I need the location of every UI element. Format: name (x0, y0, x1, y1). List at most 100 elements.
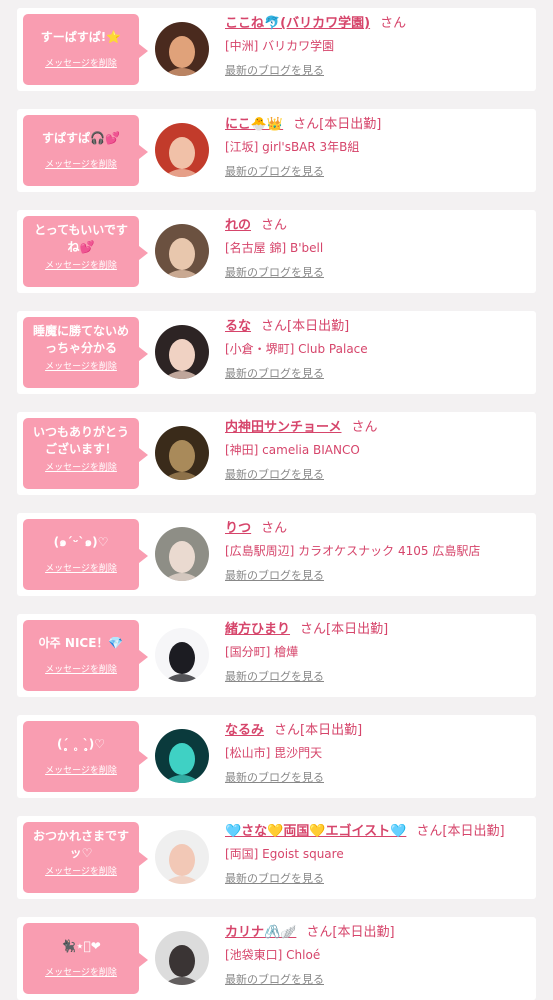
cast-info: 緒方ひまり さん[本日出勤] [国分町] 檜燁 最新のブログを見る (225, 620, 530, 685)
cast-info: なるみ さん[本日出勤] [松山市] 毘沙門天 最新のブログを見る (225, 721, 530, 786)
avatar[interactable] (155, 931, 209, 985)
cast-name-link[interactable]: なるみ (225, 723, 264, 738)
message-card: 아주 NICE！💎 メッセージを削除 緒方ひまり さん[本日出勤] [国分町] 檜… (17, 614, 536, 697)
attendance-status: [本日出勤] (442, 824, 505, 839)
latest-blog-link[interactable]: 最新のブログを見る (225, 467, 324, 483)
cast-info: ここね🐬(バリカワ学園) さん [中洲] バリカワ学園 最新のブログを見る (225, 14, 530, 79)
message-bubble: すぱすぱ🎧💕 メッセージを削除 (23, 115, 148, 186)
delete-message-link[interactable]: メッセージを削除 (23, 159, 139, 171)
shop-info: [小倉・堺町] Club Palace (225, 342, 368, 356)
shop-info: [両国] Egoist square (225, 847, 344, 861)
cast-name-link[interactable]: れの (225, 218, 251, 233)
shop-info: [中洲] バリカワ学園 (225, 39, 335, 53)
message-text: (๑ˊᵕˋ๑)♡ (53, 534, 109, 549)
cast-info: るな さん[本日出勤] [小倉・堺町] Club Palace 最新のブログを見る (225, 317, 530, 382)
message-text: いつもありがとうございます！ (32, 425, 129, 456)
cast-name-link[interactable]: 🩵さな💛両国💛エゴイスト🩵 (225, 824, 406, 839)
message-list: すーぱすぱ!⭐ メッセージを削除 ここね🐬(バリカワ学園) さん [中洲] バリカ… (0, 0, 553, 1000)
honorific: さん (261, 319, 288, 334)
cast-name-link[interactable]: 緒方ひまり (225, 622, 290, 637)
latest-blog-link[interactable]: 最新のブログを見る (225, 164, 324, 180)
shop-info: [松山市] 毘沙門天 (225, 746, 323, 760)
message-card: (๑ˊᵕˋ๑)♡ メッセージを削除 りつ さん [広島駅周辺] カラオケスナック … (17, 513, 536, 596)
message-text: 아주 NICE！💎 (38, 635, 124, 650)
cast-name-link[interactable]: りつ (225, 521, 251, 536)
delete-message-link[interactable]: メッセージを削除 (23, 664, 139, 676)
delete-message-link[interactable]: メッセージを削除 (23, 361, 139, 373)
message-card: (ˊ̥̥̥̥̥ ˳ ˋ̥̥̥̥̥)♡ メッセージを削除 なるみ さん[本日出勤] … (17, 715, 536, 798)
message-bubble: (๑ˊᵕˋ๑)♡ メッセージを削除 (23, 519, 148, 590)
message-card: とってもいいですね💕 メッセージを削除 れの さん [名古屋 錦] B'bell … (17, 210, 536, 293)
attendance-status: [本日出勤] (332, 925, 395, 940)
message-bubble: すーぱすぱ!⭐ メッセージを削除 (23, 14, 148, 85)
shop-info: [広島駅周辺] カラオケスナック 4105 広島駅店 (225, 544, 481, 558)
message-bubble: とってもいいですね💕 メッセージを削除 (23, 216, 148, 287)
honorific: さん (293, 117, 320, 132)
attendance-status: [本日出勤] (326, 622, 389, 637)
delete-message-link[interactable]: メッセージを削除 (23, 260, 139, 272)
message-bubble: 🐈‍⬛⋆͛❤︎ メッセージを削除 (23, 923, 148, 994)
honorific: さん (306, 925, 333, 940)
shop-info: [江坂] girl'sBAR 3年B組 (225, 140, 360, 154)
shop-info: [名古屋 錦] B'bell (225, 241, 324, 255)
message-text: とってもいいですね💕 (34, 223, 128, 254)
avatar[interactable] (155, 628, 209, 682)
message-bubble: いつもありがとうございます！ メッセージを削除 (23, 418, 148, 489)
avatar[interactable] (155, 830, 209, 884)
avatar[interactable] (155, 527, 209, 581)
attendance-status: [本日出勤] (319, 117, 382, 132)
delete-message-link[interactable]: メッセージを削除 (23, 563, 139, 575)
cast-info: りつ さん [広島駅周辺] カラオケスナック 4105 広島駅店 最新のブログを見… (225, 519, 530, 584)
latest-blog-link[interactable]: 最新のブログを見る (225, 871, 324, 887)
honorific: さん (274, 723, 301, 738)
shop-info: [池袋東口] Chloé (225, 948, 321, 962)
cast-info: 🩵さな💛両国💛エゴイスト🩵 さん[本日出勤] [両国] Egoist square… (225, 822, 530, 887)
avatar[interactable] (155, 325, 209, 379)
cast-name-link[interactable]: カリナ🖇️🪽 (225, 925, 296, 940)
message-card: すぱすぱ🎧💕 メッセージを削除 にこ🐣👑 さん[本日出勤] [江坂] girl's… (17, 109, 536, 192)
latest-blog-link[interactable]: 最新のブログを見る (225, 568, 324, 584)
shop-info: [国分町] 檜燁 (225, 645, 299, 659)
message-card: すーぱすぱ!⭐ メッセージを削除 ここね🐬(バリカワ学園) さん [中洲] バリカ… (17, 8, 536, 91)
avatar[interactable] (155, 22, 209, 76)
latest-blog-link[interactable]: 最新のブログを見る (225, 770, 324, 786)
latest-blog-link[interactable]: 最新のブログを見る (225, 972, 324, 988)
cast-info: にこ🐣👑 さん[本日出勤] [江坂] girl'sBAR 3年B組 最新のブログを… (225, 115, 530, 180)
message-card: いつもありがとうございます！ メッセージを削除 内神田サンチョーメ さん [神田]… (17, 412, 536, 495)
message-bubble: 睡魔に勝てないめっちゃ分かる メッセージを削除 (23, 317, 148, 388)
honorific: さん (261, 218, 288, 233)
message-bubble: おつかれさまですッ♡ メッセージを削除 (23, 822, 148, 893)
message-card: 🐈‍⬛⋆͛❤︎ メッセージを削除 カリナ🖇️🪽 さん[本日出勤] [池袋東口] C… (17, 917, 536, 1000)
cast-info: 内神田サンチョーメ さん [神田] camelia BIANCO 最新のブログを見… (225, 418, 530, 483)
avatar[interactable] (155, 729, 209, 783)
avatar[interactable] (155, 123, 209, 177)
avatar[interactable] (155, 224, 209, 278)
honorific: さん (351, 420, 378, 435)
message-text: 🐈‍⬛⋆͛❤︎ (61, 938, 101, 953)
message-text: おつかれさまですッ♡ (32, 829, 129, 860)
message-bubble: (ˊ̥̥̥̥̥ ˳ ˋ̥̥̥̥̥)♡ メッセージを削除 (23, 721, 148, 792)
message-bubble: 아주 NICE！💎 メッセージを削除 (23, 620, 148, 691)
cast-name-link[interactable]: るな (225, 319, 251, 334)
message-text: すぱすぱ🎧💕 (42, 130, 120, 145)
message-card: 睡魔に勝てないめっちゃ分かる メッセージを削除 るな さん[本日出勤] [小倉・堺… (17, 311, 536, 394)
delete-message-link[interactable]: メッセージを削除 (23, 967, 139, 979)
delete-message-link[interactable]: メッセージを削除 (23, 866, 139, 878)
message-card: おつかれさまですッ♡ メッセージを削除 🩵さな💛両国💛エゴイスト🩵 さん[本日出勤… (17, 816, 536, 899)
delete-message-link[interactable]: メッセージを削除 (23, 765, 139, 777)
delete-message-link[interactable]: メッセージを削除 (23, 462, 139, 474)
delete-message-link[interactable]: メッセージを削除 (23, 58, 139, 70)
message-text: (ˊ̥̥̥̥̥ ˳ ˋ̥̥̥̥̥)♡ (56, 736, 106, 751)
honorific: さん (261, 521, 288, 536)
honorific: さん (380, 16, 407, 31)
honorific: さん (416, 824, 443, 839)
cast-name-link[interactable]: 内神田サンチョーメ (225, 420, 341, 435)
latest-blog-link[interactable]: 最新のブログを見る (225, 63, 324, 79)
avatar[interactable] (155, 426, 209, 480)
cast-name-link[interactable]: ここね🐬(バリカワ学園) (225, 16, 370, 31)
latest-blog-link[interactable]: 最新のブログを見る (225, 366, 324, 382)
cast-name-link[interactable]: にこ🐣👑 (225, 117, 283, 132)
latest-blog-link[interactable]: 最新のブログを見る (225, 265, 324, 281)
attendance-status: [本日出勤] (300, 723, 363, 738)
latest-blog-link[interactable]: 最新のブログを見る (225, 669, 324, 685)
